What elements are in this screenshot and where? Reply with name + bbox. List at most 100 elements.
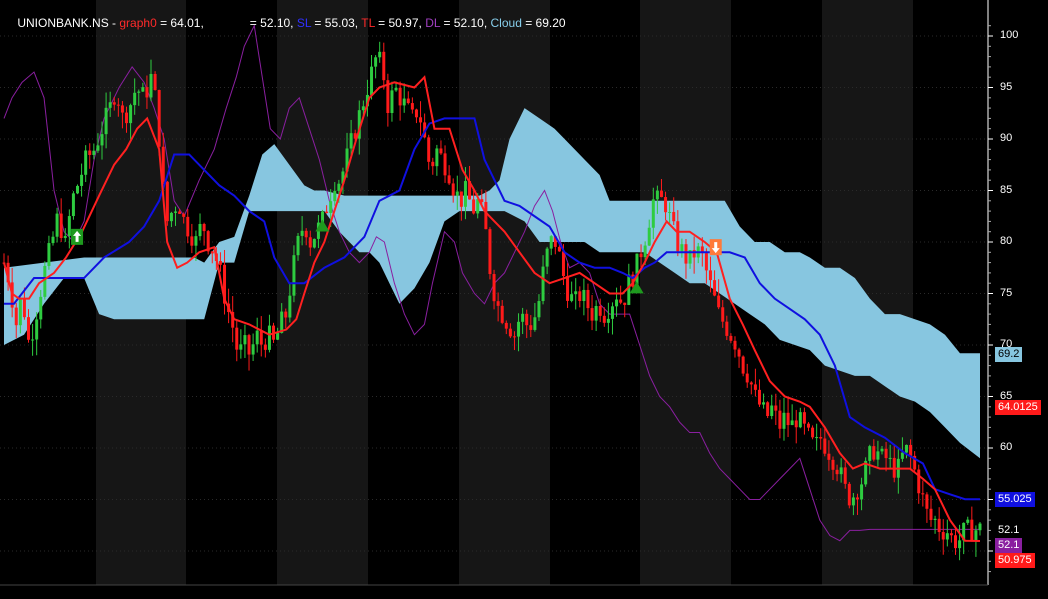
candle-body xyxy=(721,307,725,322)
candle-body xyxy=(574,291,578,295)
candle-body xyxy=(308,237,312,248)
candle-body xyxy=(933,518,937,520)
candle-body xyxy=(958,540,962,549)
candle-body xyxy=(659,190,663,198)
candle-body xyxy=(337,183,341,191)
candle-body xyxy=(439,148,443,154)
candle-body xyxy=(451,183,455,196)
candle-body xyxy=(676,221,680,252)
legend-blank-value: = 52.10, xyxy=(249,16,294,30)
candle-body xyxy=(843,467,847,484)
candle-body xyxy=(243,335,247,345)
candle-body xyxy=(263,344,267,350)
candle-body xyxy=(900,452,904,459)
y-tick-label: 90 xyxy=(1000,132,1013,144)
candle-body xyxy=(635,253,639,287)
separator: - xyxy=(108,16,120,30)
candle-body xyxy=(182,213,186,217)
candle-body xyxy=(655,190,659,200)
background-band xyxy=(640,0,731,585)
candle-body xyxy=(47,243,51,266)
candle-body xyxy=(239,344,243,350)
candle-body xyxy=(594,305,598,321)
candle-body xyxy=(361,106,365,111)
candle-body xyxy=(753,384,757,390)
candle-body xyxy=(623,302,627,305)
candle-body xyxy=(590,308,594,321)
candle-body xyxy=(108,102,112,108)
candle-body xyxy=(876,451,880,460)
candle-body xyxy=(561,251,565,277)
candle-body xyxy=(145,87,149,98)
candle-body xyxy=(304,230,308,238)
candle-body xyxy=(512,336,516,338)
candle-body xyxy=(288,295,292,318)
candle-body xyxy=(627,274,631,305)
candle-body xyxy=(51,236,55,244)
candle-body xyxy=(27,317,31,340)
legend-sl-value: = 55.03, xyxy=(311,16,359,30)
candle-body xyxy=(402,98,406,106)
background-band xyxy=(277,0,368,585)
candle-body xyxy=(488,229,492,275)
candle-body xyxy=(745,373,749,383)
candle-body xyxy=(741,356,745,374)
candle-body xyxy=(190,236,194,246)
close-price-tag: 52.1 xyxy=(998,524,1020,536)
candle-body xyxy=(819,437,823,439)
candle-body xyxy=(884,448,888,459)
candle-body xyxy=(541,266,545,302)
candle-body xyxy=(455,191,459,196)
candle-body xyxy=(680,244,684,252)
candle-body xyxy=(929,508,933,520)
candle-body xyxy=(855,497,859,500)
candle-body xyxy=(284,311,288,318)
candle-body xyxy=(525,313,529,326)
candle-body xyxy=(606,318,610,323)
candle-body xyxy=(251,344,255,355)
candle-body xyxy=(757,389,761,405)
candle-body xyxy=(116,104,120,106)
candle-body xyxy=(794,420,798,428)
dl-price-tag: 52.1 xyxy=(995,538,1023,553)
candle-body xyxy=(909,444,913,456)
candle-body xyxy=(218,260,222,265)
candle-body xyxy=(447,175,451,184)
candle-body xyxy=(778,410,782,429)
candle-body xyxy=(529,325,533,330)
candle-body xyxy=(921,493,925,495)
candle-body xyxy=(235,327,239,350)
candle-body xyxy=(978,523,982,531)
candle-body xyxy=(63,235,67,239)
candle-body xyxy=(149,73,153,98)
candle-body xyxy=(851,497,855,506)
candle-body xyxy=(835,469,839,475)
cloud-price-tag: 69.2 xyxy=(995,347,1023,362)
candle-body xyxy=(500,305,504,323)
legend-cloud-value: = 69.20 xyxy=(521,16,566,30)
candle-body xyxy=(125,112,129,124)
candle-body xyxy=(406,98,410,104)
candle-body xyxy=(737,349,741,357)
candle-body xyxy=(435,148,439,167)
candle-body xyxy=(329,201,333,213)
candle-body xyxy=(427,137,431,162)
candle-body xyxy=(492,274,496,302)
tl-price-tag: 50.975 xyxy=(995,553,1035,568)
candle-body xyxy=(100,134,104,146)
candle-body xyxy=(202,223,206,232)
candle-body xyxy=(194,236,198,246)
graph0-price-tag: 64.0125 xyxy=(995,400,1041,415)
candle-body xyxy=(704,253,708,271)
candle-body xyxy=(782,412,786,429)
candle-body xyxy=(378,51,382,58)
candle-body xyxy=(22,298,26,318)
candle-body xyxy=(312,238,316,248)
candle-body xyxy=(749,382,753,385)
candle-body xyxy=(43,265,47,297)
candle-body xyxy=(88,150,92,155)
y-tick-label: 80 xyxy=(1000,235,1013,247)
candle-body xyxy=(133,92,137,106)
candle-body xyxy=(827,453,831,460)
candle-body xyxy=(120,105,124,113)
